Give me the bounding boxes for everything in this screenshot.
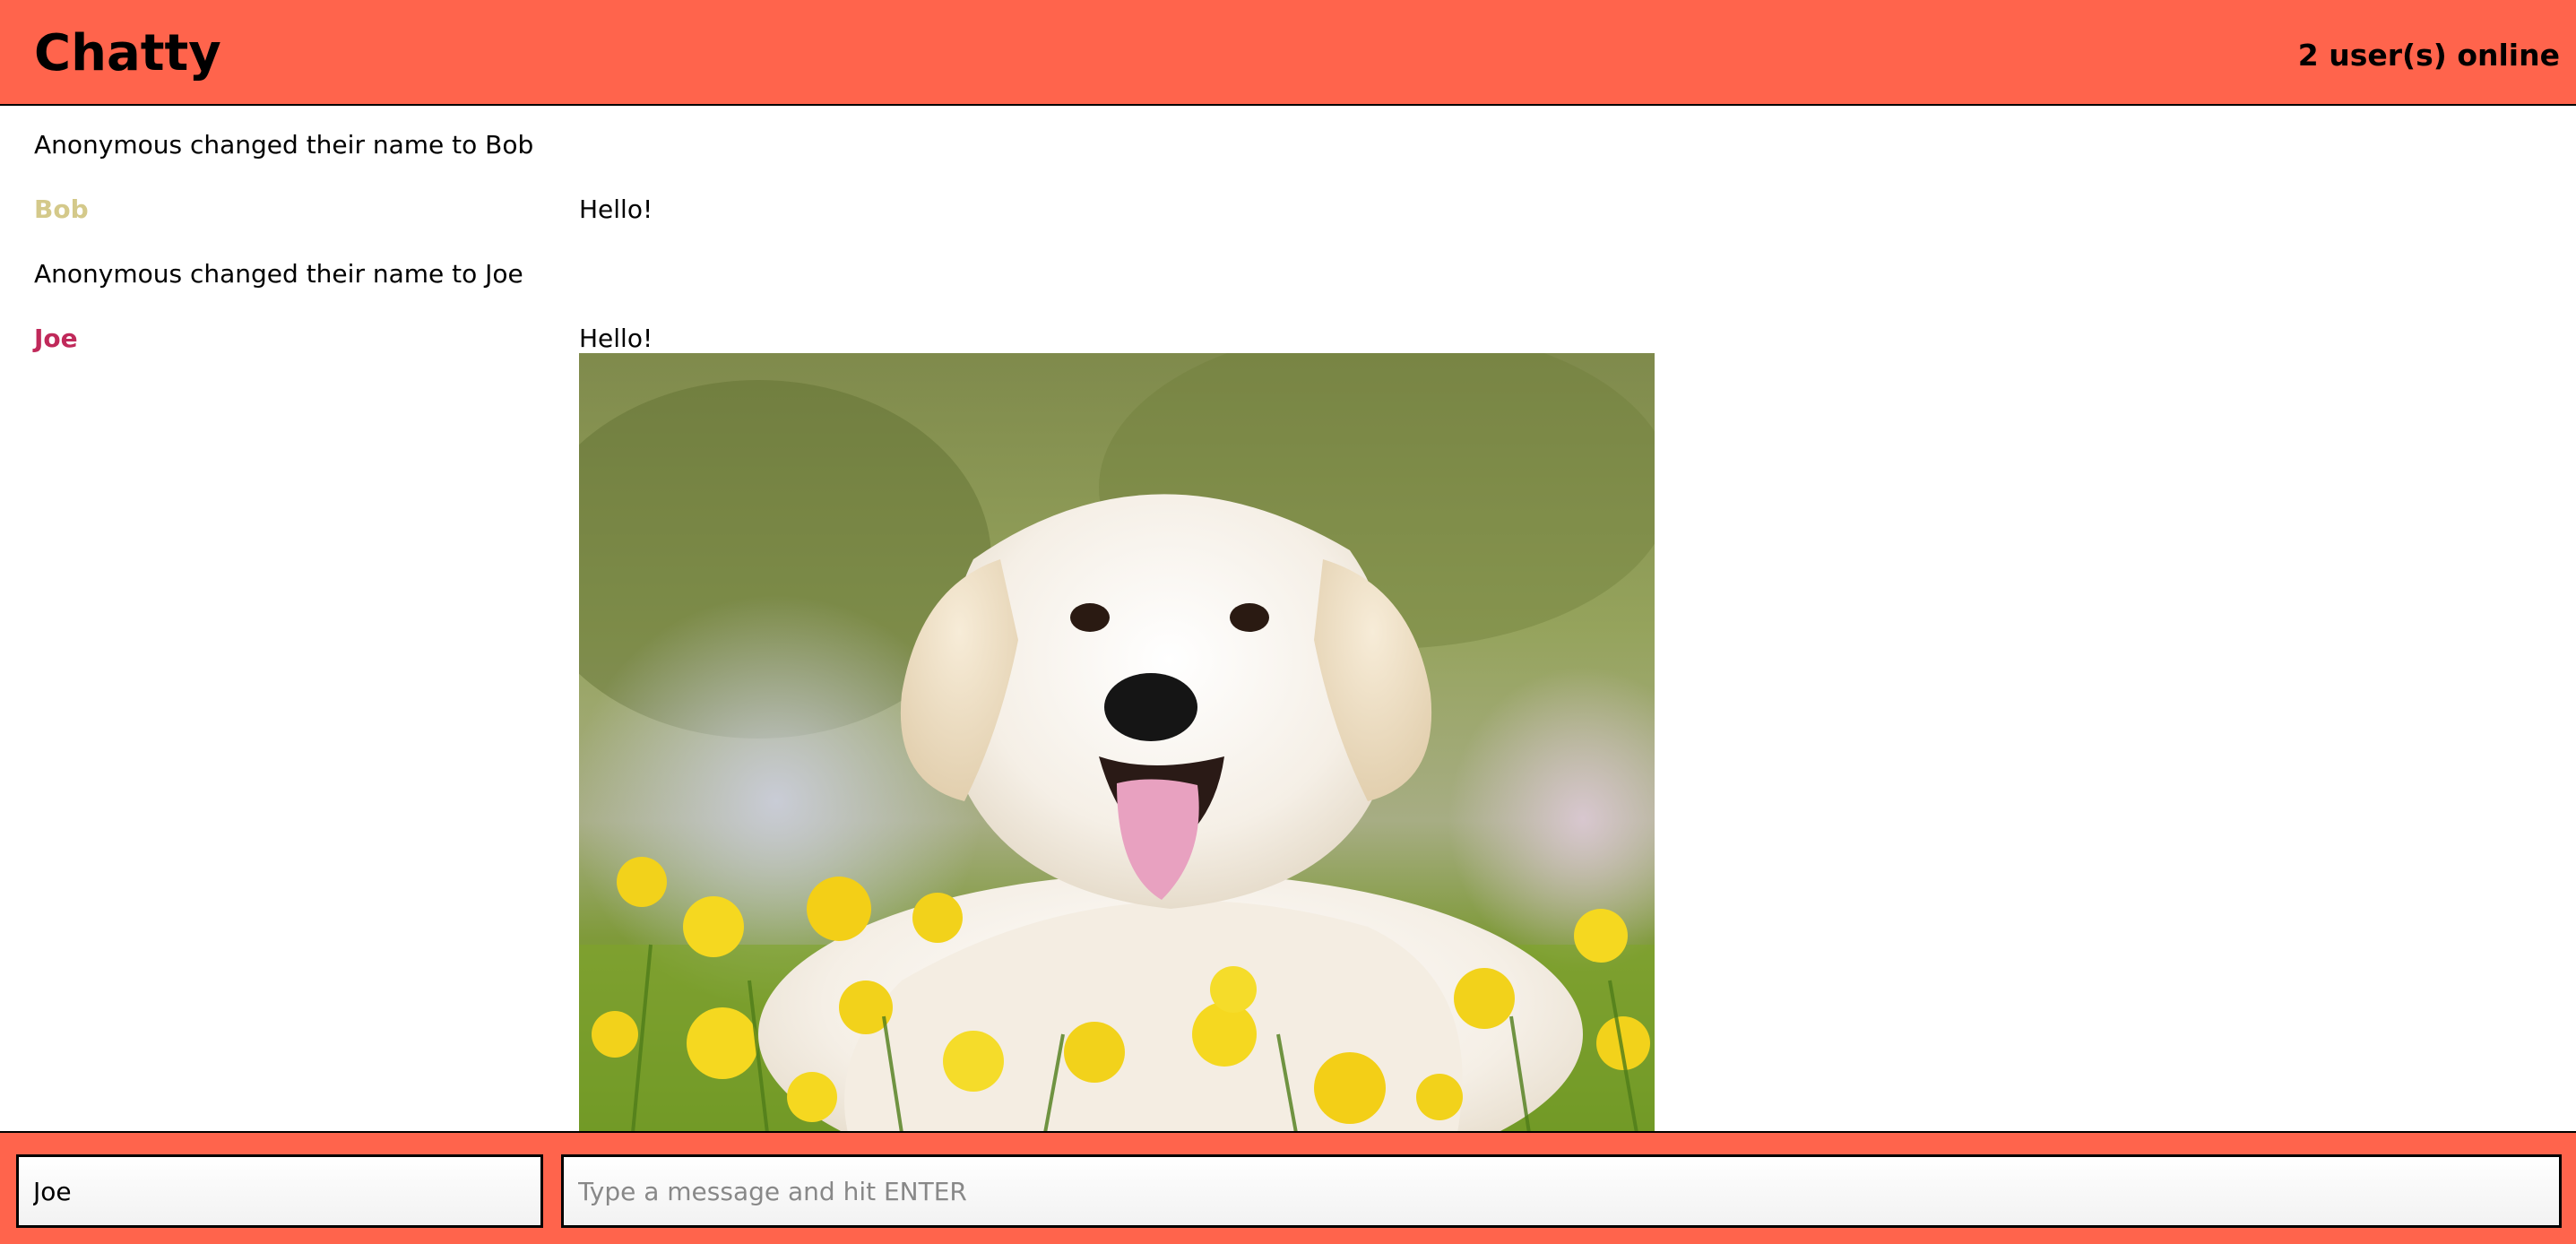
chat-app: Chatty 2 user(s) online Anonymous change… bbox=[0, 0, 2576, 1244]
message-content: Hello! bbox=[579, 194, 653, 224]
username-input[interactable] bbox=[16, 1154, 543, 1228]
navbar: Chatty 2 user(s) online bbox=[0, 0, 2576, 106]
dog-photo-image bbox=[579, 353, 1655, 1131]
brand-title[interactable]: Chatty bbox=[34, 22, 221, 86]
dog-photo[interactable] bbox=[579, 353, 1655, 1131]
system-message-text: Anonymous changed their name to Joe bbox=[34, 259, 523, 289]
online-count: 2 user(s) online bbox=[2297, 38, 2560, 73]
message-input[interactable] bbox=[561, 1154, 2562, 1228]
message-username: Joe bbox=[34, 324, 78, 353]
message-username: Bob bbox=[34, 194, 89, 224]
system-message-text: Anonymous changed their name to Bob bbox=[34, 130, 534, 160]
chat-composer bbox=[0, 1131, 2576, 1244]
message-content: Hello! bbox=[579, 324, 653, 353]
message-list[interactable]: Anonymous changed their name to Bob Bob … bbox=[0, 106, 2576, 1131]
